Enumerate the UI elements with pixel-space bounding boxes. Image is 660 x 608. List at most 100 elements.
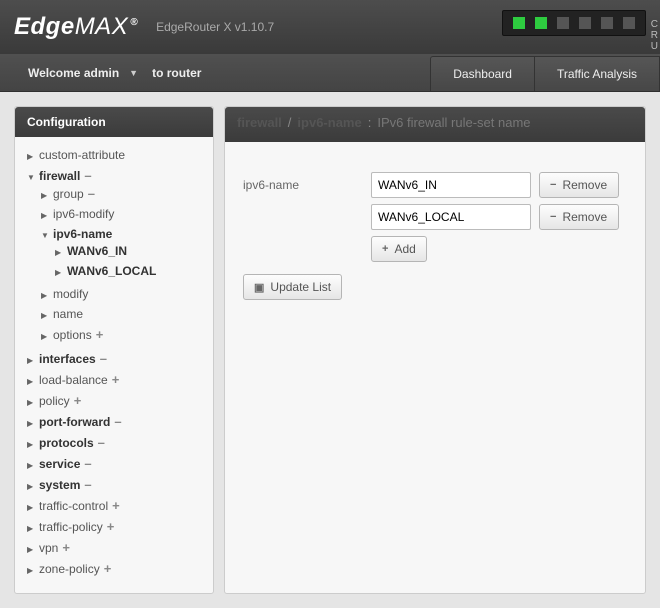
expand-icon[interactable]: +: [96, 327, 104, 342]
breadcrumb-sep: /: [288, 115, 292, 130]
tree-label[interactable]: interfaces: [39, 352, 96, 366]
tree-item-load-balance[interactable]: load-balance +: [27, 369, 209, 390]
port-status-panel: [502, 10, 646, 36]
caret-right-icon[interactable]: [27, 439, 37, 449]
tree-label[interactable]: system: [39, 478, 80, 492]
tree-label[interactable]: protocols: [39, 436, 94, 450]
breadcrumb-1[interactable]: ipv6-name: [297, 115, 361, 130]
tree-item-wanv6-local[interactable]: WANv6_LOCAL: [55, 261, 209, 281]
tree-label[interactable]: ipv6-modify: [53, 207, 114, 221]
tree-item-port-forward[interactable]: port-forward–: [27, 411, 209, 432]
tree-item-modify[interactable]: modify: [41, 284, 209, 304]
caret-right-icon[interactable]: [27, 376, 37, 386]
tree-item-ipv6-name[interactable]: ipv6-name WANv6_IN WANv6_LOCAL: [41, 224, 209, 284]
tree-label[interactable]: name: [53, 307, 83, 321]
user-menu-caret[interactable]: ▼: [129, 68, 138, 78]
caret-right-icon[interactable]: [27, 418, 37, 428]
caret-right-icon[interactable]: [41, 310, 51, 320]
tree-item-custom-attribute[interactable]: custom-attribute: [27, 145, 209, 165]
expand-icon[interactable]: +: [62, 540, 70, 555]
remove-label: Remove: [562, 210, 607, 224]
tree-item-options[interactable]: options +: [41, 324, 209, 345]
caret-right-icon[interactable]: [27, 151, 37, 161]
expand-icon[interactable]: +: [107, 519, 115, 534]
tree-item-vpn[interactable]: vpn +: [27, 537, 209, 558]
tree-item-traffic-control[interactable]: traffic-control +: [27, 495, 209, 516]
tab-dashboard[interactable]: Dashboard: [430, 56, 535, 91]
caret-right-icon[interactable]: [55, 247, 65, 257]
caret-right-icon[interactable]: [27, 502, 37, 512]
tree-label[interactable]: load-balance: [39, 373, 108, 387]
tree-item-firewall[interactable]: firewall–group– ipv6-modify ipv6-name WANv6…: [27, 165, 209, 348]
collapse-icon[interactable]: –: [84, 168, 91, 183]
ipv6-name-input-1[interactable]: [371, 204, 531, 230]
collapse-icon[interactable]: –: [114, 414, 121, 429]
tree-item-policy[interactable]: policy +: [27, 390, 209, 411]
tab-traffic-analysis[interactable]: Traffic Analysis: [534, 56, 660, 91]
tree-label[interactable]: WANv6_LOCAL: [67, 264, 156, 278]
port-1: [535, 17, 547, 29]
caret-right-icon[interactable]: [41, 331, 51, 341]
tree-item-service[interactable]: service–: [27, 453, 209, 474]
update-list-button[interactable]: ▣Update List: [243, 274, 342, 300]
port-0: [513, 17, 525, 29]
tree-label[interactable]: WANv6_IN: [67, 244, 127, 258]
collapse-icon[interactable]: –: [84, 456, 91, 471]
config-sidebar: Configuration custom-attributefirewall–g…: [14, 106, 214, 594]
caret-right-icon[interactable]: [27, 481, 37, 491]
tree-label[interactable]: options: [53, 328, 92, 342]
tree-label[interactable]: traffic-policy: [39, 520, 103, 534]
update-row: ▣Update List: [243, 274, 627, 300]
breadcrumb-colon: :: [368, 115, 372, 130]
tree-item-interfaces[interactable]: interfaces–: [27, 348, 209, 369]
caret-right-icon[interactable]: [27, 523, 37, 533]
tree-item-protocols[interactable]: protocols–: [27, 432, 209, 453]
tree-label[interactable]: traffic-control: [39, 499, 108, 513]
caret-right-icon[interactable]: [27, 460, 37, 470]
expand-icon[interactable]: +: [112, 372, 120, 387]
tree-item-name[interactable]: name: [41, 304, 209, 324]
caret-right-icon[interactable]: [27, 397, 37, 407]
caret-right-icon[interactable]: [27, 355, 37, 365]
tree-label[interactable]: policy: [39, 394, 70, 408]
collapse-icon[interactable]: –: [100, 351, 107, 366]
caret-right-icon[interactable]: [55, 267, 65, 277]
tree-label[interactable]: custom-attribute: [39, 148, 125, 162]
collapse-icon[interactable]: –: [88, 186, 95, 201]
expand-icon[interactable]: +: [74, 393, 82, 408]
tree-item-ipv6-modify[interactable]: ipv6-modify: [41, 204, 209, 224]
tree-label[interactable]: zone-policy: [39, 562, 100, 576]
collapse-icon[interactable]: –: [84, 477, 91, 492]
tree-label[interactable]: ipv6-name: [53, 227, 112, 241]
tree-label[interactable]: modify: [53, 287, 88, 301]
remove-button-1[interactable]: −Remove: [539, 204, 619, 230]
tree-item-wanv6-in[interactable]: WANv6_IN: [55, 241, 209, 261]
expand-icon[interactable]: +: [112, 498, 120, 513]
breadcrumb-0[interactable]: firewall: [237, 115, 282, 130]
ipv6-name-input-0[interactable]: [371, 172, 531, 198]
caret-down-icon[interactable]: [41, 230, 51, 240]
tree-label[interactable]: port-forward: [39, 415, 110, 429]
tree-label[interactable]: service: [39, 457, 80, 471]
value-line-1: −Remove: [371, 204, 619, 230]
tree-label[interactable]: firewall: [39, 169, 80, 183]
caret-down-icon[interactable]: [27, 172, 37, 182]
remove-button-0[interactable]: −Remove: [539, 172, 619, 198]
device-model: EdgeRouter X v1.10.7: [156, 20, 274, 34]
tree-label[interactable]: group: [53, 187, 84, 201]
tree-item-group[interactable]: group–: [41, 183, 209, 204]
add-button[interactable]: +Add: [371, 236, 427, 262]
collapse-icon[interactable]: –: [98, 435, 105, 450]
tree-item-system[interactable]: system–: [27, 474, 209, 495]
to-router-link[interactable]: to router: [152, 66, 201, 80]
caret-right-icon[interactable]: [41, 210, 51, 220]
value-line-0: −Remove: [371, 172, 619, 198]
caret-right-icon[interactable]: [41, 290, 51, 300]
caret-right-icon[interactable]: [27, 544, 37, 554]
tree-label[interactable]: vpn: [39, 541, 58, 555]
caret-right-icon[interactable]: [41, 190, 51, 200]
tree-item-traffic-policy[interactable]: traffic-policy +: [27, 516, 209, 537]
logo-main: Edge: [14, 13, 75, 41]
caret-right-icon[interactable]: [27, 565, 37, 575]
port-3: [579, 17, 591, 29]
